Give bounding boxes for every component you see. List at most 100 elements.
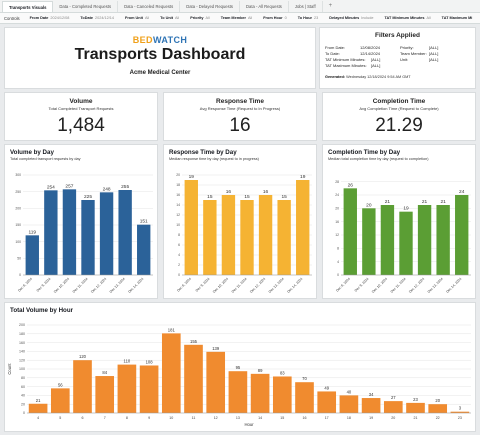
- control-to-date[interactable]: ToDate 2024/12/14: [80, 16, 114, 20]
- filter-to-date: To Date: 12/14/2024: [325, 51, 381, 56]
- y-tick-label: 160: [19, 341, 25, 345]
- bar: [272, 376, 292, 413]
- bar-value-label: 21: [385, 199, 391, 205]
- chart-title: Response Time by Day: [169, 149, 237, 156]
- control-team-member[interactable]: Team Member All: [221, 16, 253, 20]
- kpi-subtitle: Avg Completion Time (Request to Complete…: [359, 106, 439, 111]
- filter-tat-min: TAT Minimum Minutes: [ALL]: [325, 57, 381, 62]
- bar: [73, 360, 92, 413]
- control-from-hour[interactable]: From Hour 0: [263, 16, 287, 20]
- tab-canceled-requests[interactable]: Data - Canceled Requests: [118, 1, 181, 12]
- tab-jobs-staff[interactable]: Jobs | Staff: [289, 1, 323, 12]
- bar-value-label: 15: [207, 194, 213, 200]
- x-tick-label: Dec 12, 2024: [249, 277, 266, 294]
- volume-by-hour-chart: 0 20 40 60 80 100 120 140 160 180 200 21 4 56 5 120 6 84 7…: [7, 323, 471, 427]
- x-tick-label: 6: [82, 416, 84, 420]
- kpi-title: Response Time: [216, 98, 264, 105]
- control-priority[interactable]: Priority All: [190, 16, 210, 20]
- kpi-volume: Volume Total Completed Transport Request…: [4, 92, 158, 141]
- y-tick-label: 6: [178, 243, 180, 247]
- bar: [25, 235, 39, 275]
- controls-toggle[interactable]: Controls: [4, 16, 20, 21]
- chart-title: Total Volume by Hour: [10, 307, 74, 314]
- tab-completed-requests[interactable]: Data - Completed Requests: [53, 1, 119, 12]
- x-tick-label: Dec 13, 2024: [268, 277, 285, 294]
- x-tick-label: Dec 10, 2024: [371, 277, 388, 294]
- x-tick-label: 17: [325, 416, 329, 420]
- bar-value-label: 95: [236, 365, 241, 370]
- x-tick-label: Dec 9, 2024: [36, 277, 52, 293]
- x-tick-label: Dec 12, 2024: [408, 277, 425, 294]
- bar-value-label: 70: [302, 376, 307, 381]
- facility-name: Acme Medical Center: [129, 70, 191, 76]
- x-tick-label: 10: [169, 416, 173, 420]
- bar-value-label: 16: [263, 189, 269, 195]
- control-to-hour[interactable]: To Hour 23: [298, 16, 319, 20]
- kpi-completion-time: Completion Time Avg Completion Time (Req…: [322, 92, 476, 141]
- tab-transports-visuals[interactable]: Transports Visuals: [2, 1, 54, 12]
- control-to-unit[interactable]: To Unit All: [160, 16, 179, 20]
- bar-value-label: 119: [28, 229, 36, 235]
- y-tick-label: 12: [335, 233, 339, 237]
- y-tick-label: 20: [335, 207, 339, 211]
- bar-value-label: 19: [403, 206, 409, 212]
- bar-value-label: 49: [324, 385, 329, 390]
- bar: [228, 371, 248, 413]
- bar-value-label: 21: [440, 199, 446, 205]
- x-tick-label: 22: [436, 416, 440, 420]
- bar: [258, 195, 273, 275]
- bar-value-label: 15: [281, 194, 287, 200]
- x-tick-label: 11: [192, 416, 196, 420]
- control-tat-maximum[interactable]: TAT Maximum Mi: [442, 16, 475, 20]
- control-from-unit[interactable]: From Unit All: [125, 16, 149, 20]
- bar-value-label: 83: [280, 370, 285, 375]
- bar-value-label: 248: [103, 186, 111, 192]
- x-tick-label: Dec 8, 2024: [176, 277, 192, 293]
- bar: [203, 200, 217, 275]
- x-tick-label: Dec 10, 2024: [53, 277, 70, 294]
- bar: [81, 200, 95, 275]
- x-tick-label: Dec 14, 2024: [127, 277, 144, 294]
- filters-title: Filters Applied: [375, 32, 420, 39]
- bar: [339, 395, 359, 413]
- control-tat-minimum[interactable]: TAT Minimum Minutes All: [385, 16, 431, 20]
- add-tab-button[interactable]: +: [323, 1, 339, 12]
- bar: [221, 195, 236, 275]
- bar-value-label: 108: [146, 359, 154, 364]
- tab-delayed-requests[interactable]: Data - Delayed Requests: [180, 1, 240, 12]
- chart-subtitle: Median total completion time by day (req…: [328, 157, 429, 161]
- y-tick-label: 8: [337, 247, 339, 251]
- chart-title: Completion Time by Day: [328, 149, 401, 156]
- bar-value-label: 16: [226, 189, 232, 195]
- x-tick-label: Dec 10, 2024: [212, 277, 229, 294]
- control-delayed-minutes[interactable]: Delayed Minutes Include: [329, 16, 373, 20]
- kpi-value: 21.29: [375, 115, 423, 136]
- bar-value-label: 20: [366, 202, 372, 208]
- bar: [161, 333, 181, 413]
- bar-value-label: 257: [65, 183, 73, 189]
- tab-all-requests[interactable]: Data - All Requests: [240, 1, 289, 12]
- y-tick-label: 8: [178, 233, 180, 237]
- y-tick-label: 140: [19, 350, 25, 354]
- x-tick-label: Dec 14, 2024: [445, 277, 462, 294]
- x-tick-label: 7: [104, 416, 106, 420]
- bar-value-label: 155: [190, 339, 198, 344]
- bar-value-label: 21: [36, 398, 41, 403]
- bar-value-label: 84: [102, 370, 107, 375]
- bar: [380, 205, 395, 275]
- x-tick-label: Dec 13, 2024: [427, 277, 444, 294]
- bar-value-label: 89: [258, 368, 263, 373]
- bar-value-label: 255: [121, 184, 129, 190]
- y-tick-label: 50: [17, 257, 21, 261]
- x-tick-label: 4: [37, 416, 39, 420]
- bar: [417, 205, 432, 275]
- y-axis-title: Count: [7, 363, 12, 375]
- control-from-date[interactable]: From Date 2024/12/08: [30, 16, 70, 20]
- y-tick-label: 4: [337, 260, 339, 264]
- y-tick-label: 150: [15, 223, 21, 227]
- bar: [250, 373, 270, 413]
- y-tick-label: 28: [335, 180, 339, 184]
- x-axis-title: Hour: [244, 422, 254, 427]
- bar-value-label: 110: [124, 359, 131, 364]
- bar: [428, 404, 448, 413]
